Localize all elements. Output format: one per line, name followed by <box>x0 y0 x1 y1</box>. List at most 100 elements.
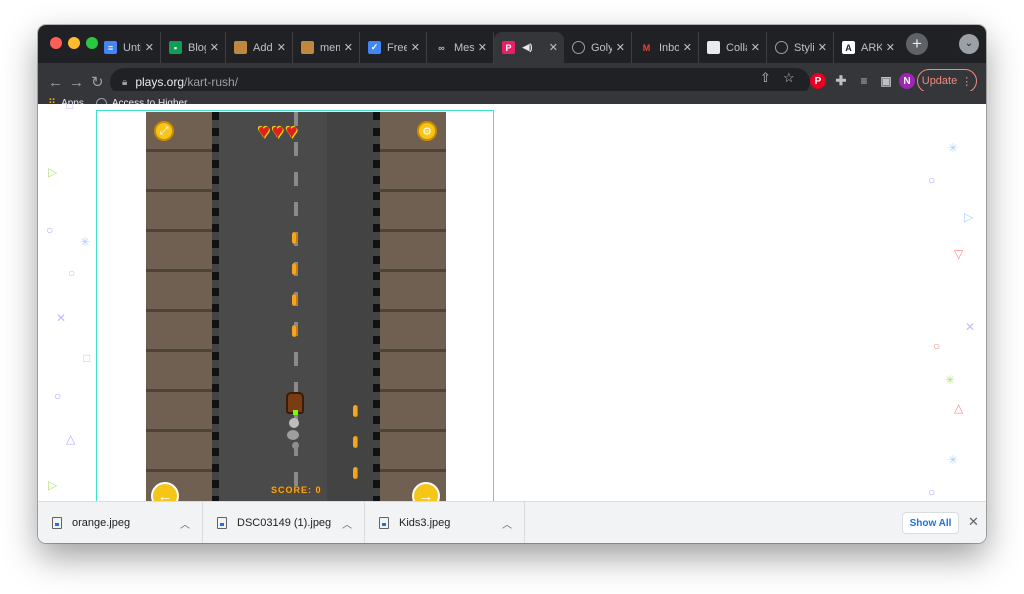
coin <box>353 436 358 448</box>
download-item[interactable]: orange.jpeg ︿ <box>38 502 203 543</box>
show-all-button[interactable]: Show All <box>902 512 959 534</box>
close-icon[interactable]: ✕ <box>210 41 219 54</box>
new-tab-plus-icon[interactable]: + <box>906 33 928 55</box>
chevron-up-icon[interactable]: ︿ <box>342 516 352 531</box>
pinterest-extension-icon[interactable]: P <box>810 73 826 89</box>
tab-untitled[interactable]: ≡ Untitl ✕ <box>96 32 161 63</box>
exhaust-smoke <box>289 418 299 428</box>
tab-arke[interactable]: A ARKE ✕ <box>834 32 901 63</box>
classroom-icon: ▪ <box>169 41 182 54</box>
decor-triangle-icon: △ <box>954 401 964 415</box>
decor-triangle-icon: △ <box>66 432 76 446</box>
decor-cross-icon: ✕ <box>56 311 67 325</box>
close-icon[interactable]: ✕ <box>277 41 286 54</box>
image-file-icon <box>379 517 389 529</box>
score-label: SCORE: 0 <box>271 485 322 495</box>
tab-messages[interactable]: ∞ Messa ✕ <box>427 32 494 63</box>
update-button[interactable]: Update ⋮ <box>917 69 977 93</box>
lock-icon: 🔒︎ <box>122 76 128 88</box>
download-filename: Kids3.jpeg <box>399 517 451 529</box>
close-window-button[interactable] <box>50 37 62 49</box>
img-icon <box>301 41 314 54</box>
star-bookmark-icon[interactable]: ☆ <box>783 70 795 86</box>
decor-square-icon: □ <box>66 104 74 112</box>
decor-cross-icon: ✕ <box>965 320 976 334</box>
decor-triangle-icon: ▽ <box>954 247 964 261</box>
globe-icon <box>775 41 788 54</box>
image-file-icon <box>217 517 227 529</box>
reading-list-icon[interactable]: ≡ <box>856 73 872 89</box>
link-icon: ∞ <box>438 42 445 53</box>
tab-blog[interactable]: ▪ Blog \ ✕ <box>161 32 226 63</box>
back-arrow-icon[interactable]: ← <box>48 74 63 92</box>
right-sidewalk <box>380 112 446 501</box>
road-right-lane <box>327 112 373 501</box>
close-icon[interactable]: ✕ <box>145 41 154 54</box>
url-path: /kart-rush/ <box>184 75 239 89</box>
tab-golya[interactable]: Golya ✕ <box>564 32 632 63</box>
exhaust-smoke <box>292 442 299 449</box>
fullscreen-icon[interactable]: ⤢ <box>154 121 174 141</box>
browser-window: ≡ Untitl ✕ ▪ Blog \ ✕ Add N ✕ meme ✕ ✓ F… <box>38 25 986 543</box>
chevron-up-icon[interactable]: ︿ <box>180 516 190 531</box>
forward-arrow-icon[interactable]: → <box>69 74 84 92</box>
decor-star-icon: ✳ <box>945 373 956 387</box>
side-panel-icon[interactable]: ▣ <box>878 73 894 89</box>
tab-free[interactable]: ✓ Free I ✕ <box>360 32 427 63</box>
left-curb <box>212 112 219 501</box>
a-icon: A <box>842 41 855 54</box>
close-icon[interactable]: ✕ <box>968 514 979 530</box>
close-icon[interactable]: ✕ <box>549 41 558 54</box>
download-item[interactable]: Kids3.jpeg ︿ <box>365 502 525 543</box>
profile-avatar[interactable]: N <box>899 73 915 89</box>
decor-circle-icon: ○ <box>46 223 54 237</box>
extensions-puzzle-icon[interactable]: ✚ <box>833 73 849 89</box>
settings-gear-icon[interactable]: ⚙ <box>417 121 437 141</box>
docs-icon: ≡ <box>104 41 117 54</box>
decor-circle-icon: ○ <box>928 485 936 499</box>
checkmark-icon: ✓ <box>368 41 381 54</box>
chevron-up-icon[interactable]: ︿ <box>502 516 512 531</box>
player-kart <box>286 392 304 415</box>
minimize-window-button[interactable] <box>68 37 80 49</box>
downloads-bar: orange.jpeg ︿ DSC03149 (1).jpeg ︿ Kids3.… <box>38 501 986 543</box>
heart-icon: ♥ <box>258 121 270 143</box>
image-file-icon <box>52 517 62 529</box>
tab-collab[interactable]: Collal ✕ <box>699 32 767 63</box>
close-icon[interactable]: ✕ <box>818 41 827 54</box>
close-icon[interactable]: ✕ <box>411 41 420 54</box>
tab-styling[interactable]: Stylin ✕ <box>767 32 834 63</box>
close-icon[interactable]: ✕ <box>344 41 353 54</box>
decor-circle-icon: ○ <box>68 266 76 280</box>
tab-meme[interactable]: meme ✕ <box>293 32 360 63</box>
coin <box>292 294 297 306</box>
tab-plays-active[interactable]: P ◀) ✕ <box>494 32 564 63</box>
decor-square-icon: □ <box>83 351 91 365</box>
tab-search-chevron-icon[interactable]: ⌄ <box>959 34 979 54</box>
more-vert-icon: ⋮ <box>961 75 973 88</box>
decor-star-icon: ✳ <box>80 235 91 249</box>
download-filename: DSC03149 (1).jpeg <box>237 517 332 529</box>
heart-icon: ♥ <box>271 121 284 143</box>
collab-icon <box>707 41 720 54</box>
download-item[interactable]: DSC03149 (1).jpeg ︿ <box>203 502 365 543</box>
tab-inbox[interactable]: M Inbox ✕ <box>632 32 699 63</box>
close-icon[interactable]: ✕ <box>616 41 625 54</box>
share-icon[interactable]: ⇧ <box>760 70 771 86</box>
globe-icon <box>572 41 585 54</box>
plays-icon: P <box>502 41 515 54</box>
kart-rush-game-canvas[interactable]: ⤢ ⚙ ♥ ♥ ♥ ← → SCORE: 0 <box>146 112 446 501</box>
reload-icon[interactable]: ↻ <box>91 74 104 92</box>
update-label: Update <box>921 75 958 87</box>
close-icon[interactable]: ✕ <box>751 41 760 54</box>
close-icon[interactable]: ✕ <box>478 41 487 54</box>
download-filename: orange.jpeg <box>72 517 131 529</box>
close-icon[interactable]: ✕ <box>683 41 692 54</box>
game-frame: ⤢ ⚙ ♥ ♥ ♥ ← → SCORE: 0 <box>96 110 494 501</box>
tab-add[interactable]: Add N ✕ <box>226 32 293 63</box>
lives-hearts: ♥ ♥ ♥ <box>258 121 298 143</box>
decor-star-icon: ✳ <box>948 141 959 155</box>
gmail-icon: M <box>642 42 651 53</box>
decor-star-icon: ✳ <box>948 453 959 467</box>
close-icon[interactable]: ✕ <box>886 41 895 54</box>
